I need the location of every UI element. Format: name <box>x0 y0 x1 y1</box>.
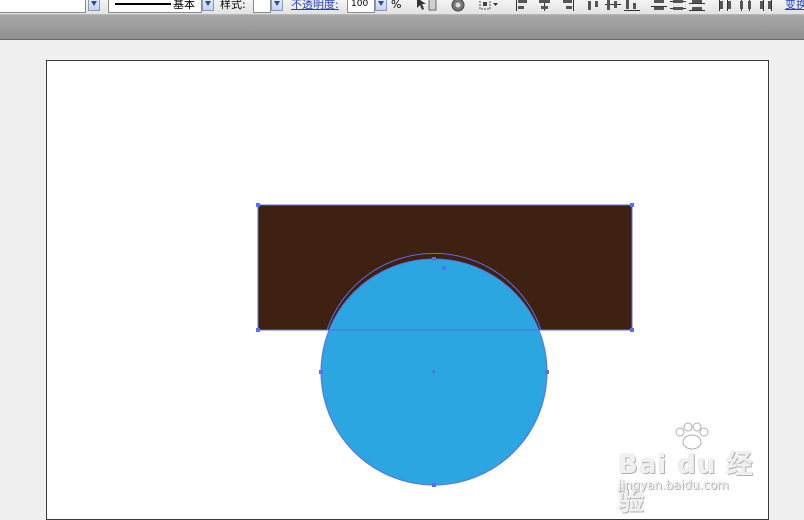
anchor-point[interactable] <box>432 257 436 261</box>
baidu-watermark: Bai du 经验 jingyan.baidu.com <box>612 422 762 517</box>
anchor-point[interactable] <box>256 203 260 207</box>
anchor-point[interactable] <box>545 370 549 374</box>
anchor-point[interactable] <box>319 370 323 374</box>
anchor-point[interactable] <box>432 483 436 487</box>
anchor-point[interactable] <box>630 203 634 207</box>
center-point[interactable] <box>432 370 435 373</box>
watermark-url: jingyan.baidu.com <box>618 478 729 492</box>
anchor-point[interactable] <box>442 266 446 270</box>
anchor-point[interactable] <box>256 328 260 332</box>
anchor-point[interactable] <box>630 328 634 332</box>
